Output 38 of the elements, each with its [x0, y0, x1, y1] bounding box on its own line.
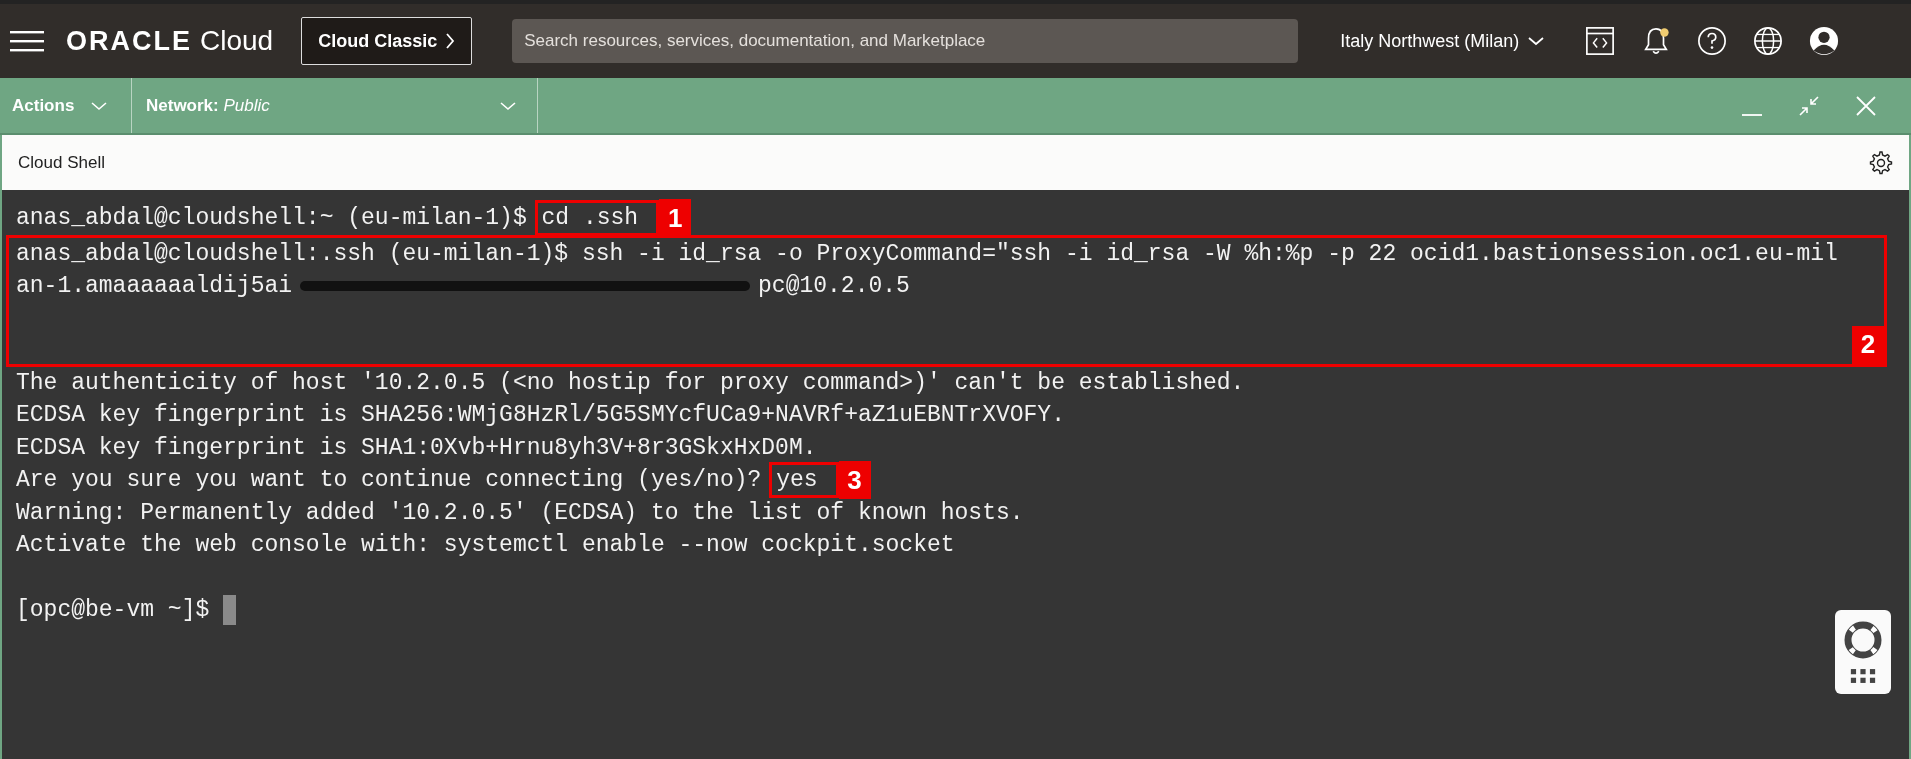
terminal-line: Warning: Permanently added '10.2.0.5' (ECDSA) to the list of known hosts.	[16, 498, 1024, 527]
terminal-line: anas_abdal@cloudshell:~ (eu-milan-1)$	[16, 204, 528, 233]
chevron-down-icon	[1527, 36, 1546, 46]
lifebuoy-icon	[1843, 620, 1883, 660]
globe-icon[interactable]	[1753, 26, 1784, 56]
close-icon[interactable]	[1854, 93, 1878, 118]
terminal-line: ECDSA key fingerprint is SHA256:WMjG8HzRl/5G5SMYcfUCa9+NAVRf+aZ1uEBNTrXVOFY.	[16, 401, 1065, 430]
panel-title: Cloud Shell	[18, 152, 105, 173]
chevron-down-icon	[499, 100, 517, 111]
terminal-line: an-1.amaaaaaaldij5ai	[16, 272, 293, 301]
text-cursor	[223, 595, 237, 626]
oracle-logo[interactable]: ORACLE Cloud	[66, 25, 274, 57]
terminal-command: yes	[776, 466, 818, 495]
terminal-line: pc@10.2.0.5	[758, 272, 910, 301]
terminal-command: cd .ssh	[541, 204, 639, 233]
terminal-line: Activate the web console with: systemctl enable --now cockpit.socket	[16, 531, 955, 560]
callout-number: 3	[838, 461, 871, 500]
terminal-line: ECDSA key fingerprint is SHA1:0Xvb+Hrnu8yh3V+8r3GSkxHxD0M.	[16, 433, 817, 462]
cloud-classic-button[interactable]: Cloud Classic	[301, 17, 473, 65]
terminal-prompt: [opc@be-vm ~]$	[16, 596, 211, 625]
restore-icon[interactable]	[1797, 93, 1821, 118]
callout-number: 1	[659, 199, 692, 238]
chevron-right-icon	[445, 32, 456, 50]
search-field[interactable]: Search resources, services, documentation, and Marketplace	[512, 19, 1299, 63]
grid-icon	[1850, 668, 1876, 684]
menu-icon[interactable]	[10, 30, 44, 52]
region-selector[interactable]: Italy Northwest (Milan)	[1340, 30, 1546, 52]
network-label: Network: Public	[146, 95, 270, 116]
terminal-line: anas_abdal@cloudshell:.ssh (eu-milan-1)$ ssh -i id_rsa -o ProxyCommand="ssh -i id_rsa -W %h:%p -p 22 ocid1.bastionsession.oc1.eu-mil	[16, 239, 1838, 268]
code-editor-icon[interactable]	[1585, 26, 1616, 56]
user-avatar-icon[interactable]	[1809, 26, 1840, 56]
terminal-line: The authenticity of host '10.2.0.5 (<no hostip for proxy command>)' can't be established.	[16, 368, 1245, 397]
callout-number: 2	[1852, 325, 1884, 364]
settings-icon[interactable]	[1869, 150, 1893, 175]
help-icon[interactable]	[1697, 26, 1728, 56]
help-widget[interactable]	[1835, 610, 1891, 694]
chevron-down-icon	[90, 100, 109, 111]
terminal-line: Are you sure you want to continue connecting (yes/no)?	[16, 466, 763, 495]
